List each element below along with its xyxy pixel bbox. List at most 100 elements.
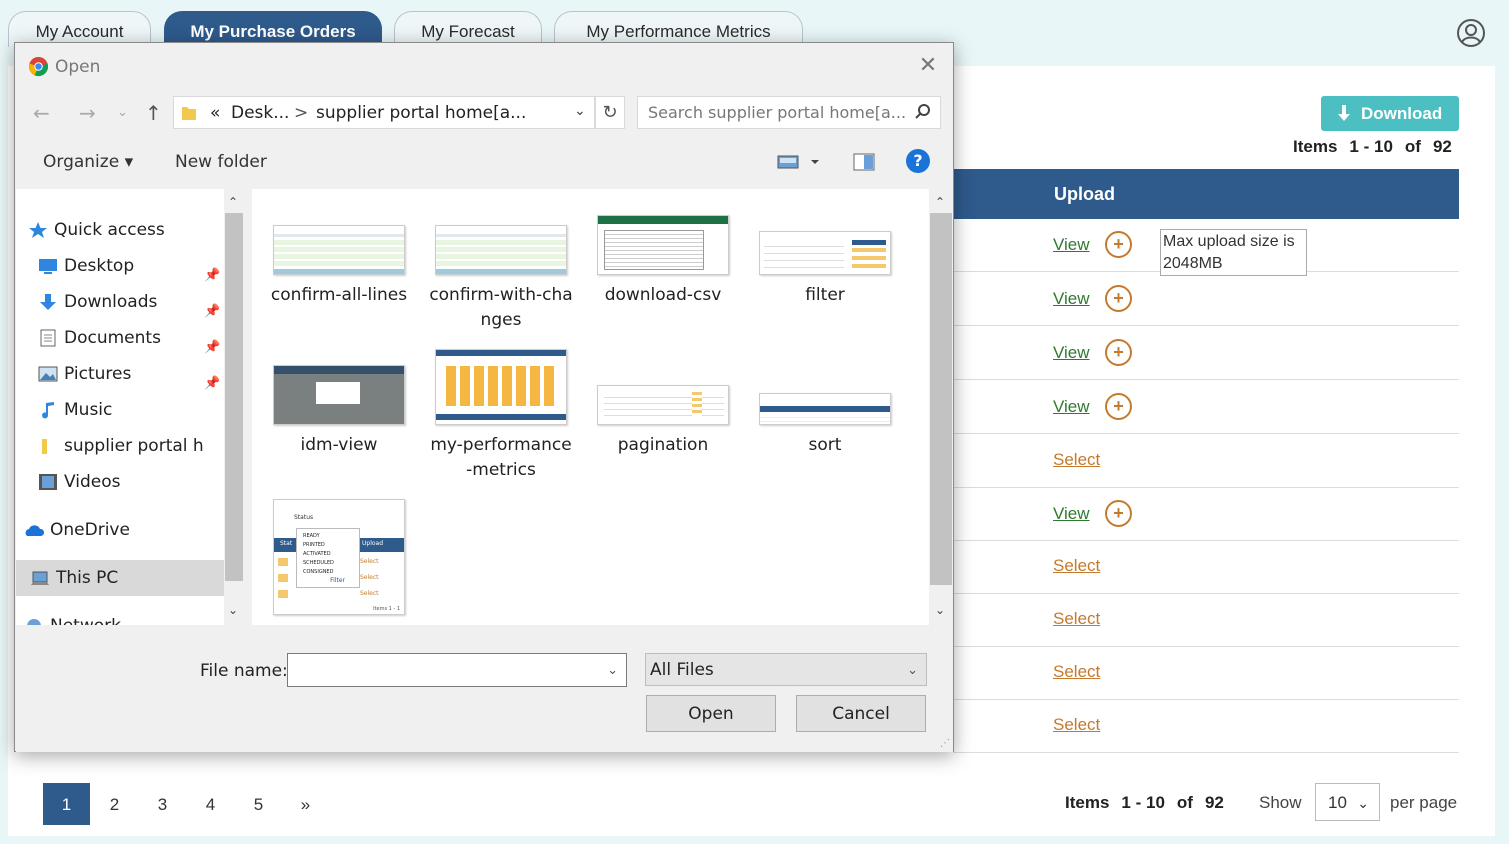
address-segment-desktop[interactable]: Desk... [231,103,289,123]
file-item[interactable]: filter [750,199,900,308]
select-link[interactable]: Select [1053,450,1100,470]
file-item[interactable]: sort [750,349,900,458]
open-button[interactable]: Open [646,695,776,732]
thumb-items-label: Items 1 - 1 [373,606,400,612]
nav-item-this-pc[interactable]: This PC [16,560,224,596]
file-type-select[interactable]: All Files ⌄ [645,653,927,686]
nav-item-videos[interactable]: Videos [16,464,224,500]
select-link[interactable]: Select [1053,556,1100,576]
view-link[interactable]: View [1053,397,1090,417]
forward-arrow-icon[interactable]: → [79,101,96,125]
up-arrow-icon[interactable]: ↑ [145,101,162,125]
view-link[interactable]: View [1053,289,1090,309]
view-link[interactable]: View [1053,343,1090,363]
file-item[interactable]: idm-view [264,349,414,458]
view-link[interactable]: View [1053,504,1090,524]
nav-scrollbar[interactable]: ⌃ ⌄ [224,189,244,625]
file-item[interactable]: my-performance -metrics [426,349,576,483]
address-dropdown-icon[interactable]: ⌄ [574,103,586,119]
thumb-status-option: SCHEDULED [303,560,334,566]
nav-item-onedrive[interactable]: OneDrive [16,512,224,548]
table-row: View + [953,273,1459,326]
nav-item-documents[interactable]: Documents 📌 [16,320,224,356]
items-total-bottom: 92 [1204,793,1224,812]
files-scroll-thumb[interactable] [930,213,952,585]
upload-size-tooltip: Max upload size is 2048MB [1160,229,1307,276]
nav-item-supplier-portal-h[interactable]: supplier portal h [16,428,224,464]
file-item[interactable]: confirm-all-lines [264,199,414,308]
nav-scroll-thumb[interactable] [225,213,243,581]
nav-item-label: Network [50,608,121,625]
page-1-button[interactable]: 1 [43,783,90,825]
page-2-button[interactable]: 2 [91,783,138,825]
file-name-input[interactable]: ⌄ [287,653,627,687]
items-of: of [1404,137,1421,156]
download-button[interactable]: Download [1321,96,1459,131]
close-icon[interactable]: ✕ [915,53,941,79]
preview-pane-icon[interactable] [853,153,875,171]
new-folder-button[interactable]: New folder [175,152,267,172]
resize-grip-icon[interactable]: ⋰ [940,738,950,749]
file-name: confirm-with-cha nges [426,283,576,333]
table-row: Select [953,594,1459,647]
page-5-button[interactable]: 5 [235,783,282,825]
help-icon[interactable]: ? [906,149,930,173]
nav-item-quick-access[interactable]: Quick access [16,212,224,248]
refresh-icon[interactable]: ↻ [595,96,625,129]
nav-item-label: This PC [56,568,119,588]
thumb-status-option: PRINTED [303,542,325,548]
recent-locations-icon[interactable]: ⌄ [117,105,128,120]
nav-item-music[interactable]: Music [16,392,224,428]
next-page-button[interactable]: » [282,783,329,825]
items-label-bottom: Items [1065,793,1110,812]
user-profile-icon[interactable] [1456,18,1486,48]
select-link[interactable]: Select [1053,609,1100,629]
downloads-icon [40,294,56,310]
file-item[interactable]: confirm-with-cha nges [426,199,576,333]
nav-item-desktop[interactable]: Desktop 📌 [16,248,224,284]
nav-item-network[interactable]: Network [16,608,224,625]
files-scroll-down-icon[interactable]: ⌄ [935,603,945,617]
view-link[interactable]: View [1053,235,1090,255]
file-item[interactable]: download-csv [588,199,738,308]
search-icon [915,104,930,119]
items-label: Items [1293,137,1338,156]
upload-plus-button[interactable]: + [1105,500,1132,527]
select-link[interactable]: Select [1053,715,1100,735]
address-segment-folder[interactable]: supplier portal home[a... [316,103,526,123]
back-arrow-icon[interactable]: ← [33,101,50,125]
address-chevrons: « [210,103,221,123]
cancel-button[interactable]: Cancel [796,695,926,732]
chevron-down-icon[interactable]: ⌄ [607,654,618,688]
upload-plus-button[interactable]: + [1105,339,1132,366]
scroll-down-icon[interactable]: ⌄ [228,603,238,617]
scroll-up-icon[interactable]: ⌃ [228,195,238,209]
file-name: pagination [617,435,709,455]
chrome-icon [28,56,49,77]
items-range-bottom: 1 - 10 [1121,793,1165,812]
file-thumbnail [273,225,405,275]
files-scrollbar[interactable]: ⌃ ⌄ [929,189,953,625]
nav-item-pictures[interactable]: Pictures 📌 [16,356,224,392]
select-link[interactable]: Select [1053,662,1100,682]
upload-plus-button[interactable]: + [1105,285,1132,312]
page-4-button[interactable]: 4 [187,783,234,825]
files-scroll-up-icon[interactable]: ⌃ [935,195,945,209]
change-view-icon[interactable] [777,154,821,170]
file-name-label: File name: [200,661,288,681]
items-of-bottom: of [1176,793,1193,812]
file-item[interactable]: pagination [588,349,738,458]
nav-item-downloads[interactable]: Downloads 📌 [16,284,224,320]
page-3-button[interactable]: 3 [139,783,186,825]
upload-plus-button[interactable]: + [1105,231,1132,258]
open-file-dialog: Open ✕ ← → ⌄ ↑ « Desk... > supplier port… [14,42,954,752]
search-input[interactable]: Search supplier portal home[a... [637,96,941,129]
pin-icon: 📌 [204,304,221,319]
per-page-value: 10 [1328,793,1347,812]
thumb-cell2: Select [360,558,379,565]
address-bar[interactable]: « Desk... > supplier portal home[a... ⌄ [173,96,595,129]
file-item[interactable]: Stat Upload Select Select Select Status READY P… [264,499,414,625]
per-page-select[interactable]: 10 ⌄ [1315,783,1380,821]
upload-plus-button[interactable]: + [1105,393,1132,420]
organize-button[interactable]: Organize ▾ [43,152,133,172]
